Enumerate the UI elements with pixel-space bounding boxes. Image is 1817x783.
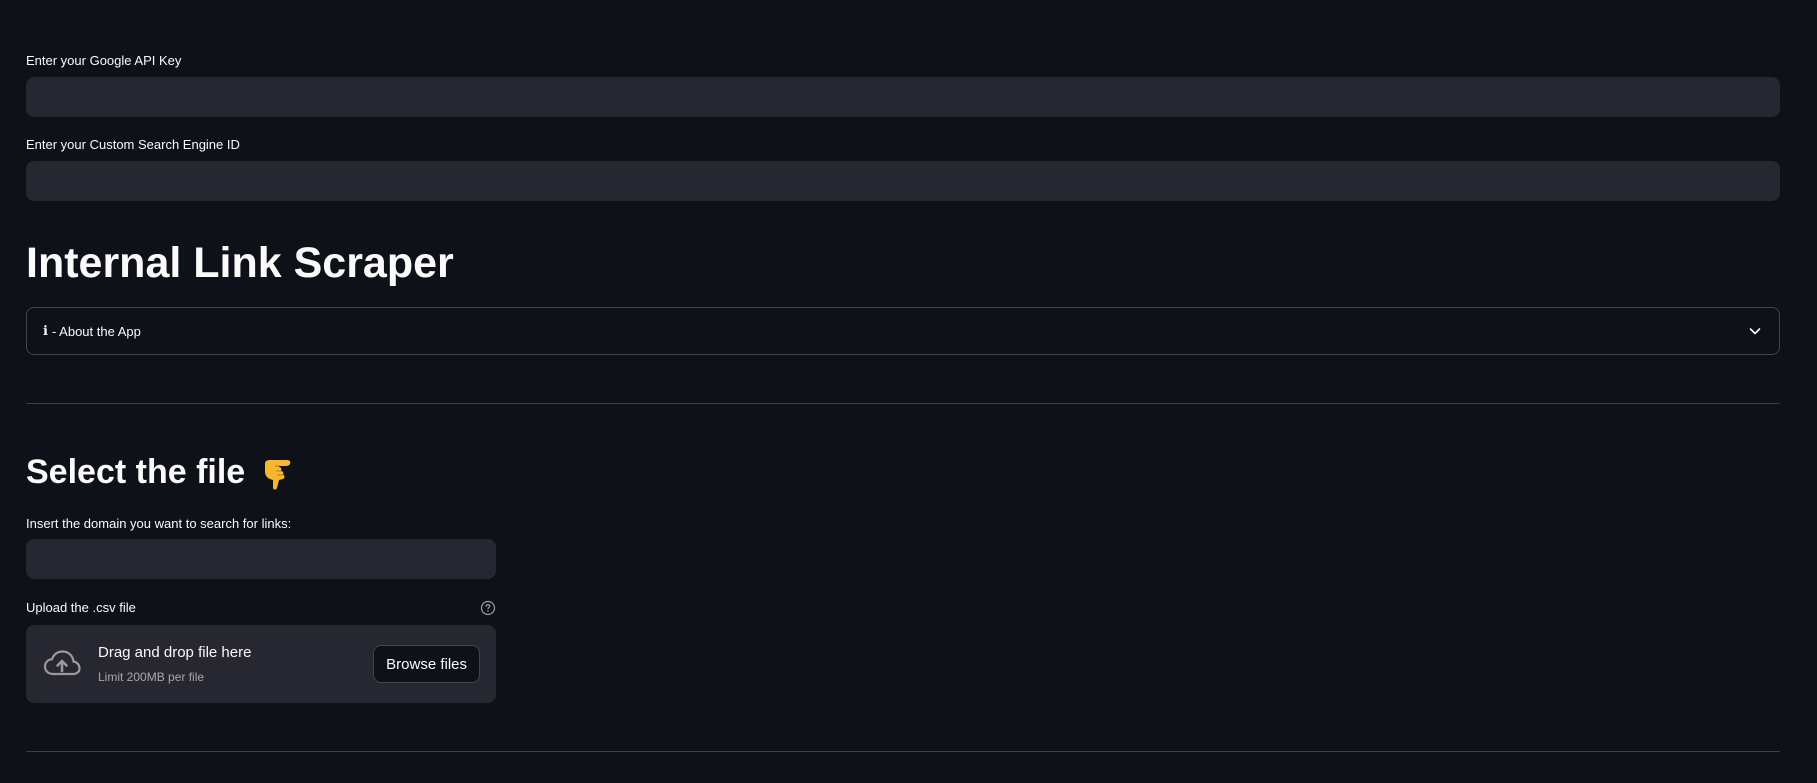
browse-files-button[interactable]: Browse files <box>373 645 480 683</box>
dropzone-limit: Limit 200MB per file <box>98 670 205 684</box>
divider <box>26 403 1780 404</box>
page-title: Internal Link Scraper <box>26 239 454 287</box>
section-title-text: Select the file <box>26 453 246 491</box>
about-app-expander[interactable]: ℹ - About the App <box>26 307 1780 355</box>
cse-id-input[interactable] <box>26 161 1780 201</box>
api-key-label: Enter your Google API Key <box>26 53 182 68</box>
help-icon[interactable] <box>480 600 496 616</box>
info-icon: ℹ <box>43 323 48 339</box>
domain-label: Insert the domain you want to search for… <box>26 516 292 531</box>
domain-input[interactable] <box>26 539 496 579</box>
expander-label: - About the App <box>51 323 141 339</box>
cloud-upload-icon <box>43 650 81 676</box>
upload-label: Upload the .csv file <box>26 600 136 615</box>
cse-id-label: Enter your Custom Search Engine ID <box>26 137 240 152</box>
section-title: Select the file <box>26 450 297 494</box>
dropzone-title: Drag and drop file here <box>98 644 252 661</box>
api-key-input[interactable] <box>26 77 1780 117</box>
file-dropzone[interactable]: Drag and drop file here Limit 200MB per … <box>26 625 496 703</box>
divider-bottom <box>26 751 1780 752</box>
chevron-down-icon <box>1749 328 1761 335</box>
dropzone-text: Drag and drop file here Limit 200MB per … <box>98 643 373 685</box>
pointing-down-hand-icon <box>265 460 291 490</box>
